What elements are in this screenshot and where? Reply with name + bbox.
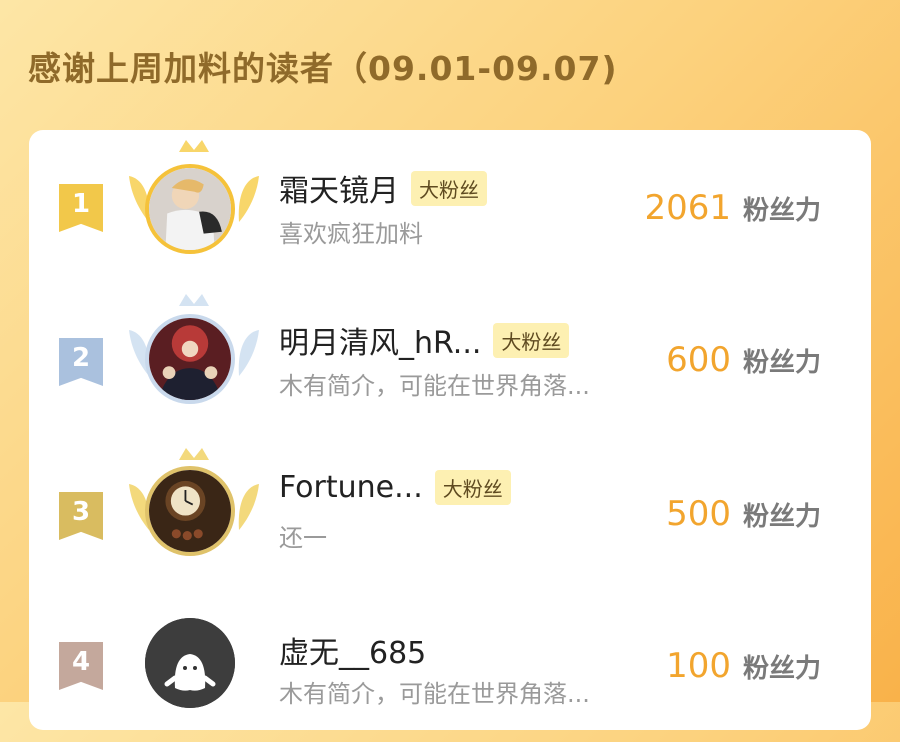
fan-power-unit: 粉丝力 xyxy=(742,654,821,684)
user-avatar[interactable] xyxy=(145,466,235,556)
leaderboard-row[interactable]: 1 霜天镜月 大粉丝 喜欢疯狂加料 2061 粉丝力 xyxy=(29,130,871,280)
fan-power-score: 100 粉丝力 xyxy=(666,646,821,686)
user-avatar[interactable] xyxy=(145,314,235,404)
fan-power-value: 2061 xyxy=(644,188,731,228)
fan-power-value: 500 xyxy=(666,494,731,534)
leaderboard-card: 1 霜天镜月 大粉丝 喜欢疯狂加料 2061 粉丝力 2 明月清风_hR... … xyxy=(29,130,871,730)
fan-level-badge: 大粉丝 xyxy=(434,470,511,505)
leaderboard-row[interactable]: 3 Fortune... 大粉丝 还一 500 粉丝力 xyxy=(29,438,871,588)
rank-badge: 1 xyxy=(59,184,103,232)
user-name[interactable]: Fortune... xyxy=(279,470,423,505)
user-description: 木有简介，可能在世界角落... xyxy=(279,680,590,708)
user-description: 木有简介，可能在世界角落... xyxy=(279,372,590,400)
fan-power-value: 600 xyxy=(666,340,731,380)
user-name[interactable]: 虚无__685 xyxy=(279,628,426,672)
rank-badge: 4 xyxy=(59,642,103,690)
fan-level-badge: 大粉丝 xyxy=(411,170,487,206)
leaderboard-row[interactable]: 2 明月清风_hR... 大粉丝 木有简介，可能在世界角落... 600 粉丝力 xyxy=(29,284,871,434)
fan-power-unit: 粉丝力 xyxy=(742,196,821,226)
rank-badge: 3 xyxy=(59,492,103,540)
user-name[interactable]: 霜天镜月 xyxy=(279,166,399,210)
rank-badge: 2 xyxy=(59,338,103,386)
fan-power-score: 2061 粉丝力 xyxy=(644,188,821,228)
user-description: 还一 xyxy=(279,524,327,552)
fan-power-score: 500 粉丝力 xyxy=(666,494,821,534)
fan-level-badge: 大粉丝 xyxy=(493,322,570,358)
leaderboard-row[interactable]: 4 虚无__685 木有简介，可能在世界角落... 100 粉丝力 xyxy=(29,592,871,742)
user-name[interactable]: 明月清风_hR... xyxy=(279,318,481,362)
fan-power-unit: 粉丝力 xyxy=(742,348,821,378)
fan-power-unit: 粉丝力 xyxy=(742,502,821,532)
default-avatar-icon[interactable] xyxy=(145,618,235,708)
user-description: 喜欢疯狂加料 xyxy=(279,220,423,248)
user-avatar[interactable] xyxy=(145,164,235,254)
page-title: 感谢上周加料的读者（09.01-09.07) xyxy=(28,49,618,88)
fan-power-value: 100 xyxy=(666,646,731,686)
fan-power-score: 600 粉丝力 xyxy=(666,340,821,380)
